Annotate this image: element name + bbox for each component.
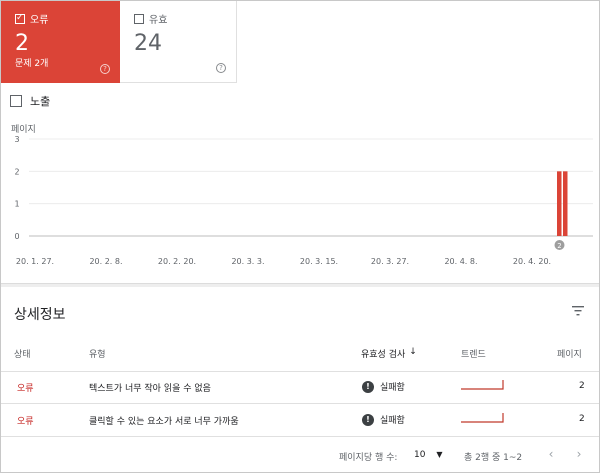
error-subtext: 문제 2개 — [15, 59, 49, 69]
error-tile-label: 오류 — [30, 15, 49, 26]
x-tick-label: 20. 3. 3. — [231, 257, 264, 266]
row-1-pages: 2 — [579, 381, 585, 391]
y-tick-label: 0 — [14, 232, 19, 241]
row-1-trend-sparkline — [461, 380, 504, 390]
coverage-report: ✓ 오류 2 문제 2개 ? 유효 24 ? 노출 페이지 0 1 2 3 20. 1.… — [0, 0, 600, 473]
valid-tile[interactable]: 유효 24 ? — [120, 1, 237, 83]
error-tile-header: ✓ 오류 — [15, 11, 48, 26]
chevron-right-icon[interactable]: › — [572, 447, 586, 461]
checkbox-icon[interactable] — [134, 13, 144, 24]
x-tick-label: 20. 2. 20. — [158, 257, 196, 266]
valid-count: 24 — [134, 31, 162, 56]
details-title: 상세정보 — [14, 307, 66, 323]
row-2-trend-sparkline — [461, 413, 504, 423]
row-2-type[interactable]: 클릭할 수 있는 요소가 서로 너무 가까움 — [89, 414, 239, 427]
column-header-trend[interactable]: 트렌드 — [461, 347, 486, 360]
rows-per-page-value: 10 — [414, 450, 426, 460]
column-header-validation[interactable]: 유효성 검사 ↓ — [361, 347, 417, 360]
exposure-label: 노출 — [30, 95, 51, 108]
rows-per-page-label: 페이지당 행 수: — [339, 453, 398, 463]
y-tick-label: 3 — [14, 135, 19, 144]
y-tick-label: 2 — [14, 167, 19, 176]
valid-tile-header: 유효 — [134, 11, 167, 26]
chart-bar — [557, 171, 562, 236]
table-row-divider — [1, 403, 599, 404]
pagination-range: 총 2행 중 1~2 — [464, 453, 523, 463]
help-icon[interactable]: ? — [216, 63, 226, 73]
rows-per-page-select[interactable]: 10 ▼ — [414, 450, 442, 460]
row-1-status: 오류 — [17, 384, 34, 394]
x-tick-label: 20. 4. 8. — [444, 257, 477, 266]
column-header-pages[interactable]: 페이지 — [557, 347, 582, 360]
row-2-status: 오류 — [17, 417, 34, 427]
help-icon[interactable]: ? — [100, 64, 110, 74]
chevron-left-icon[interactable]: ‹ — [544, 447, 558, 461]
row-2-validation-label: 실패함 — [380, 416, 405, 426]
row-2-pages: 2 — [579, 414, 585, 424]
x-tick-label: 20. 1. 27. — [16, 257, 54, 266]
row-1-validation: ! 실패함 — [362, 380, 405, 393]
annotation-label: 2 — [557, 242, 561, 250]
checkbox-icon[interactable] — [10, 95, 22, 107]
x-tick-label: 20. 3. 27. — [371, 257, 409, 266]
column-header-validation-label: 유효성 검사 — [361, 350, 406, 360]
chevron-down-icon: ▼ — [436, 450, 443, 459]
y-tick-label: 1 — [14, 200, 19, 209]
sort-down-icon[interactable]: ↓ — [409, 347, 417, 360]
checkbox-checked-icon[interactable]: ✓ — [15, 13, 25, 24]
x-tick-label: 20. 3. 15. — [300, 257, 338, 266]
table-divider — [1, 371, 599, 372]
valid-tile-label: 유효 — [149, 15, 168, 26]
x-tick-label: 20. 4. 20. — [513, 257, 551, 266]
row-2-validation: ! 실패함 — [362, 413, 405, 426]
pages-chart: 0 1 2 3 20. 1. 27. 20. 2. 8. 20. 2. 20. 20. 3. … — [14, 135, 593, 266]
row-1-validation-label: 실패함 — [380, 383, 405, 393]
exclamation-icon: ! — [362, 413, 374, 426]
table-row-divider — [1, 436, 599, 437]
section-divider — [1, 283, 599, 287]
column-header-type[interactable]: 유형 — [89, 347, 106, 360]
filter-icon[interactable] — [572, 305, 584, 317]
exposure-toggle[interactable]: 노출 — [10, 93, 50, 109]
error-tile[interactable]: ✓ 오류 2 문제 2개 ? — [1, 1, 120, 83]
row-1-type[interactable]: 텍스트가 너무 작아 읽을 수 없음 — [89, 381, 211, 394]
exclamation-icon: ! — [362, 380, 374, 393]
x-tick-label: 20. 2. 8. — [89, 257, 122, 266]
error-count: 2 — [15, 31, 29, 56]
chart-bar — [563, 171, 568, 236]
column-header-status[interactable]: 상태 — [14, 347, 31, 360]
